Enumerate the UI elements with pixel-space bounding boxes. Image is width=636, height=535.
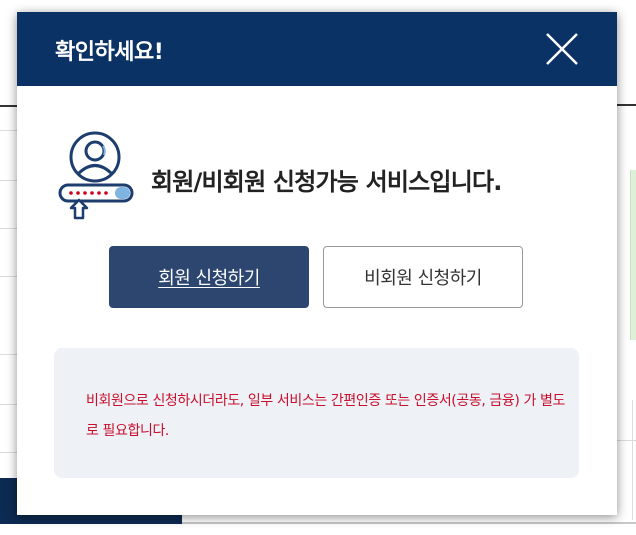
close-button[interactable] [542,32,582,68]
bg-divider [617,104,636,106]
modal-header: 확인하세요! [17,12,617,86]
bg-divider [0,228,17,229]
bg-divider [0,105,17,107]
bg-divider [0,130,17,131]
bg-divider [632,400,633,520]
bg-divider [617,440,636,441]
bg-divider [0,404,17,405]
user-id-card-icon [57,130,137,226]
bg-bar [182,522,636,524]
modal-title: 확인하세요! [55,40,164,65]
bg-divider [0,452,17,453]
member-apply-button[interactable]: 회원 신청하기 [109,246,309,308]
service-message: 회원/비회원 신청가능 서비스입니다. [151,168,502,196]
close-icon [546,33,578,65]
bg-divider [0,180,17,181]
notice-text: 비회원으로 신청하시더라도, 일부 서비스는 간편인증 또는 인증서(공동, 금… [86,393,565,439]
nonmember-apply-button[interactable]: 비회원 신청하기 [323,246,523,308]
confirm-modal: 확인하세요! 회원/비회원 신청가능 서비스입니다. 회원 신청하기 비회원 신… [17,12,617,515]
notice-box: 비회원으로 신청하시더라도, 일부 서비스는 간편인증 또는 인증서(공동, 금… [54,348,579,478]
bg-divider [0,276,17,277]
bg-divider [0,354,17,355]
intro-section: 회원/비회원 신청가능 서비스입니다. [57,130,597,222]
bg-panel-edge [630,170,636,340]
